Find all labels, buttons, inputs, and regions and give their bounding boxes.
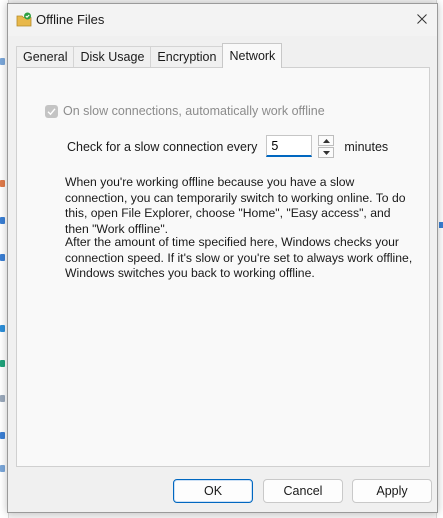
- tab-strip: General Disk Usage Encryption Network: [16, 43, 283, 68]
- info-paragraph-work-offline: When you're working offline because you …: [65, 175, 406, 236]
- minutes-spinner: [266, 135, 338, 159]
- slow-connection-option: On slow connections, automatically work …: [45, 104, 325, 118]
- tab-network[interactable]: Network: [222, 43, 283, 68]
- ok-button[interactable]: OK: [173, 479, 253, 503]
- slow-connection-checkbox[interactable]: [45, 104, 58, 118]
- spin-up-button[interactable]: [318, 135, 335, 146]
- arrow-up-icon: [322, 138, 330, 143]
- arrow-down-icon: [322, 150, 330, 155]
- background-icon: [0, 217, 5, 224]
- background-icon: [0, 465, 5, 472]
- network-tab-panel: On slow connections, automatically work …: [16, 67, 430, 467]
- background-icon: [0, 432, 5, 439]
- background-icon: [439, 222, 443, 228]
- background-icon: [0, 58, 5, 65]
- tab-general[interactable]: General: [16, 46, 75, 68]
- apply-button[interactable]: Apply: [352, 479, 432, 503]
- background-icon: [0, 325, 5, 332]
- offline-files-dialog: Offline Files General Disk Usage Encrypt…: [7, 3, 438, 513]
- background-icon: [0, 180, 5, 187]
- tab-disk-usage[interactable]: Disk Usage: [73, 46, 152, 68]
- offline-files-icon: [16, 12, 32, 28]
- spin-down-button[interactable]: [318, 147, 335, 158]
- tab-encryption[interactable]: Encryption: [150, 46, 224, 68]
- check-frequency-label: Check for a slow connection every: [67, 140, 258, 154]
- minutes-input[interactable]: [266, 135, 313, 157]
- window-title: Offline Files: [36, 12, 105, 27]
- background-icon: [0, 395, 5, 402]
- info-paragraph-connection-check: After the amount of time specified here,…: [65, 235, 413, 280]
- close-button[interactable]: [407, 4, 437, 34]
- cancel-button[interactable]: Cancel: [263, 479, 343, 503]
- background-icon: [0, 254, 5, 261]
- check-frequency-row: Check for a slow connection every minute…: [67, 135, 388, 159]
- slow-connection-label: On slow connections, automatically work …: [63, 104, 325, 118]
- minutes-label: minutes: [344, 140, 389, 154]
- background-icon: [0, 360, 5, 367]
- title-bar: Offline Files: [8, 4, 437, 36]
- close-icon: [417, 14, 427, 24]
- checkmark-icon: [47, 107, 56, 115]
